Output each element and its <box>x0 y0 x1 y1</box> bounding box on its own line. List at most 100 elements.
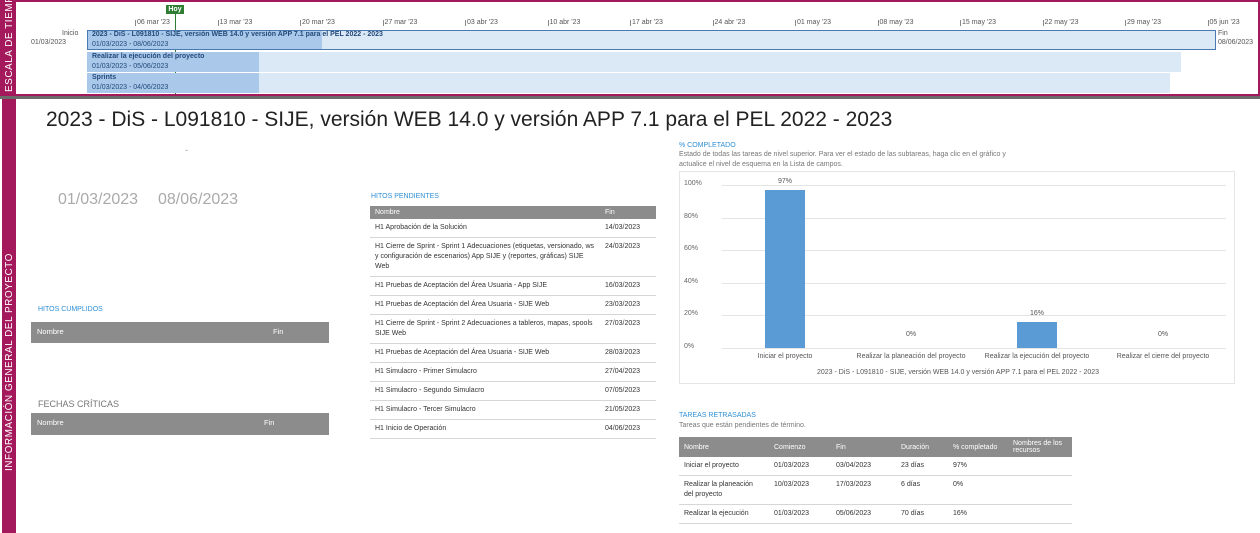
scale-tick <box>547 20 549 26</box>
scale-date: 17 abr '23 <box>632 19 663 26</box>
table-row[interactable]: Iniciar el proyecto 01/03/2023 03/04/2023 2… <box>679 457 1072 476</box>
tarea-resources <box>1008 475 1072 505</box>
hitos-cumplidos-title: HITOS CUMPLIDOS <box>38 306 103 313</box>
scale-date: 01 may '23 <box>797 19 832 26</box>
hito-name: H1 Simulacro - Segundo Simulacro <box>370 381 600 401</box>
hito-name: H1 Simulacro - Primer Simulacro <box>370 362 600 382</box>
scale-tick <box>630 20 631 26</box>
scale-date: 24 abr '23 <box>714 19 746 26</box>
hitos-cumplidos-col-name: Nombre <box>37 327 64 336</box>
table-row[interactable]: H1 Simulacro - Primer Simulacro 27/04/202… <box>370 362 656 382</box>
scale-date: 13 mar '23 <box>219 19 253 26</box>
overview-side-tab[interactable]: INFORMACIÓN GENERAL DEL PROYECTO <box>2 99 16 533</box>
chart-ytick-label: 40% <box>684 277 699 285</box>
scale-date: 05 jun '23 <box>1209 19 1240 26</box>
hito-end: 16/03/2023 <box>600 276 656 296</box>
col-header-recursos: Nombres de los recursos <box>1008 437 1072 457</box>
scale-date: 29 may '23 <box>1127 19 1162 26</box>
hito-end: 07/05/2023 <box>600 381 656 401</box>
overview-side-label: INFORMACIÓN GENERAL DEL PROYECTO <box>4 253 15 471</box>
hito-name: H1 Pruebas de Aceptación del Área Usuari… <box>370 276 600 296</box>
timeline-end-date: 08/06/2023 <box>1218 39 1254 46</box>
table-row[interactable]: H1 Inicio de Operación 04/06/2023 <box>370 419 656 439</box>
tarea-resources <box>1008 504 1072 524</box>
completion-description: Estado de todas las tareas de nivel supe… <box>679 151 1006 168</box>
timeline-bar-sprints-title: Sprints <box>92 74 117 81</box>
table-row[interactable]: H1 Cierre de Sprint - Sprint 1 Adecuacio… <box>370 237 656 277</box>
completion-chart[interactable]: 0% 20% 40% 60% 80% 100% 97% Iniciar el proyecto… <box>679 171 1235 384</box>
tarea-pct: 0% <box>948 475 1008 505</box>
hito-name: H1 Inicio de Operación <box>370 419 600 439</box>
timeline-bar-sprints-dates: 01/03/2023 - 04/06/2023 <box>92 84 169 91</box>
table-row[interactable]: H1 Aprobación de la Solución 14/03/2023 <box>370 219 656 238</box>
tareas-retrasadas-table: Nombre Comienzo Fin Duración % completad… <box>679 437 1072 524</box>
timeline-side-tab[interactable]: ESCALA DE TIEMPO <box>2 0 16 94</box>
hitos-pendientes-body: H1 Aprobación de la Solución 14/03/2023 H1… <box>370 219 656 439</box>
hito-end: 28/03/2023 <box>600 343 656 363</box>
tarea-start: 10/03/2023 <box>769 475 831 505</box>
hito-end: 24/03/2023 <box>600 237 656 277</box>
tarea-duration: 23 días <box>896 457 948 476</box>
col-header-fin: Fin <box>831 437 896 457</box>
col-header-fin: Fin <box>600 206 656 219</box>
table-row[interactable]: H1 Simulacro - Tercer Simulacro 21/05/202… <box>370 400 656 420</box>
tarea-duration: 70 días <box>896 504 948 524</box>
chart-gridline <box>722 348 1226 349</box>
fechas-criticas-col-end: Fin <box>264 418 275 427</box>
col-header-duracion: Duración <box>896 437 948 457</box>
tareas-retrasadas-description: Tareas que están pendientes de término. <box>679 422 806 429</box>
scale-tick <box>712 20 714 26</box>
chart-category-label: Realizar la planeación del proyecto <box>856 353 966 360</box>
timeline-start-label: Inicio <box>62 30 79 37</box>
scale-tick <box>1125 20 1126 26</box>
table-header-row: Nombre Comienzo Fin Duración % completad… <box>679 437 1072 457</box>
chart-value-label: 0% <box>1157 331 1169 338</box>
chart-bar[interactable] <box>1017 321 1057 348</box>
tarea-start: 01/03/2023 <box>769 457 831 476</box>
table-row[interactable]: H1 Cierre de Sprint - Sprint 2 Adecuacio… <box>370 314 656 344</box>
chart-category-label: Realizar el cierre del proyecto <box>1116 353 1210 360</box>
scale-date: 10 abr '23 <box>549 19 581 26</box>
timeline-bar-project-dates: 01/03/2023 - 08/06/2023 <box>92 41 169 48</box>
scale-tick <box>217 20 219 26</box>
hito-end: 27/03/2023 <box>600 314 656 344</box>
tarea-name: Realizar la planeación del proyecto <box>679 475 769 505</box>
hitos-pendientes-title: HITOS PENDIENTES <box>371 193 439 200</box>
completion-title: % COMPLETADO <box>679 142 736 149</box>
hito-name: H1 Simulacro - Tercer Simulacro <box>370 400 600 420</box>
table-row[interactable]: H1 Simulacro - Segundo Simulacro 07/05/20… <box>370 381 656 401</box>
col-header-comienzo: Comienzo <box>769 437 831 457</box>
tarea-name: Iniciar el proyecto <box>679 457 769 476</box>
scale-date: 06 mar '23 <box>137 19 170 26</box>
scale-tick <box>877 20 879 26</box>
tarea-pct: 97% <box>948 457 1008 476</box>
timeline-bar-execution-dates: 01/03/2023 - 05/06/2023 <box>92 63 169 70</box>
table-row[interactable]: Realizar la planeación del proyecto 10/03… <box>679 475 1072 505</box>
table-row[interactable]: H1 Pruebas de Aceptación del Área Usuari… <box>370 343 656 363</box>
table-row[interactable]: H1 Pruebas de Aceptación del Área Usuari… <box>370 276 656 296</box>
section-separator <box>0 96 1260 99</box>
timeline-side-label: ESCALA DE TIEMPO <box>4 0 15 92</box>
chart-category-label: Iniciar el proyecto <box>757 353 813 360</box>
chart-x-axis-title: 2023 - DiS - L091810 - SIJE, versión WEB… <box>816 369 1100 376</box>
col-header-completado: % completado <box>948 437 1008 457</box>
col-header-nombre: Nombre <box>679 437 769 457</box>
fechas-criticas-header: Nombre Fin <box>31 413 329 435</box>
table-row[interactable]: Realizar la ejecución 01/03/2023 05/06/202… <box>679 504 1072 524</box>
scale-tick <box>1207 20 1209 26</box>
fechas-criticas-title: FECHAS CRÍTICAS <box>38 399 120 409</box>
chart-bar[interactable] <box>765 189 805 348</box>
hito-name: H1 Cierre de Sprint - Sprint 2 Adecuacio… <box>370 314 600 344</box>
tarea-start: 01/03/2023 <box>769 504 831 524</box>
table-row[interactable]: H1 Pruebas de Aceptación del Área Usuari… <box>370 295 656 315</box>
hito-name: H1 Aprobación de la Solución <box>370 219 600 238</box>
fechas-criticas-col-name: Nombre <box>37 418 64 427</box>
timeline-bar-project-title: 2023 - DiS - L091810 - SIJE, versión WEB… <box>92 31 383 38</box>
tarea-resources <box>1008 457 1072 476</box>
hito-end: 23/03/2023 <box>600 295 656 315</box>
scale-tick <box>300 20 301 26</box>
chart-ytick-label: 80% <box>684 212 699 220</box>
scale-tick <box>135 20 136 26</box>
page-title: 2023 - DiS - L091810 - SIJE, versión WEB… <box>46 108 893 131</box>
today-marker-label: Hoy <box>166 5 184 14</box>
